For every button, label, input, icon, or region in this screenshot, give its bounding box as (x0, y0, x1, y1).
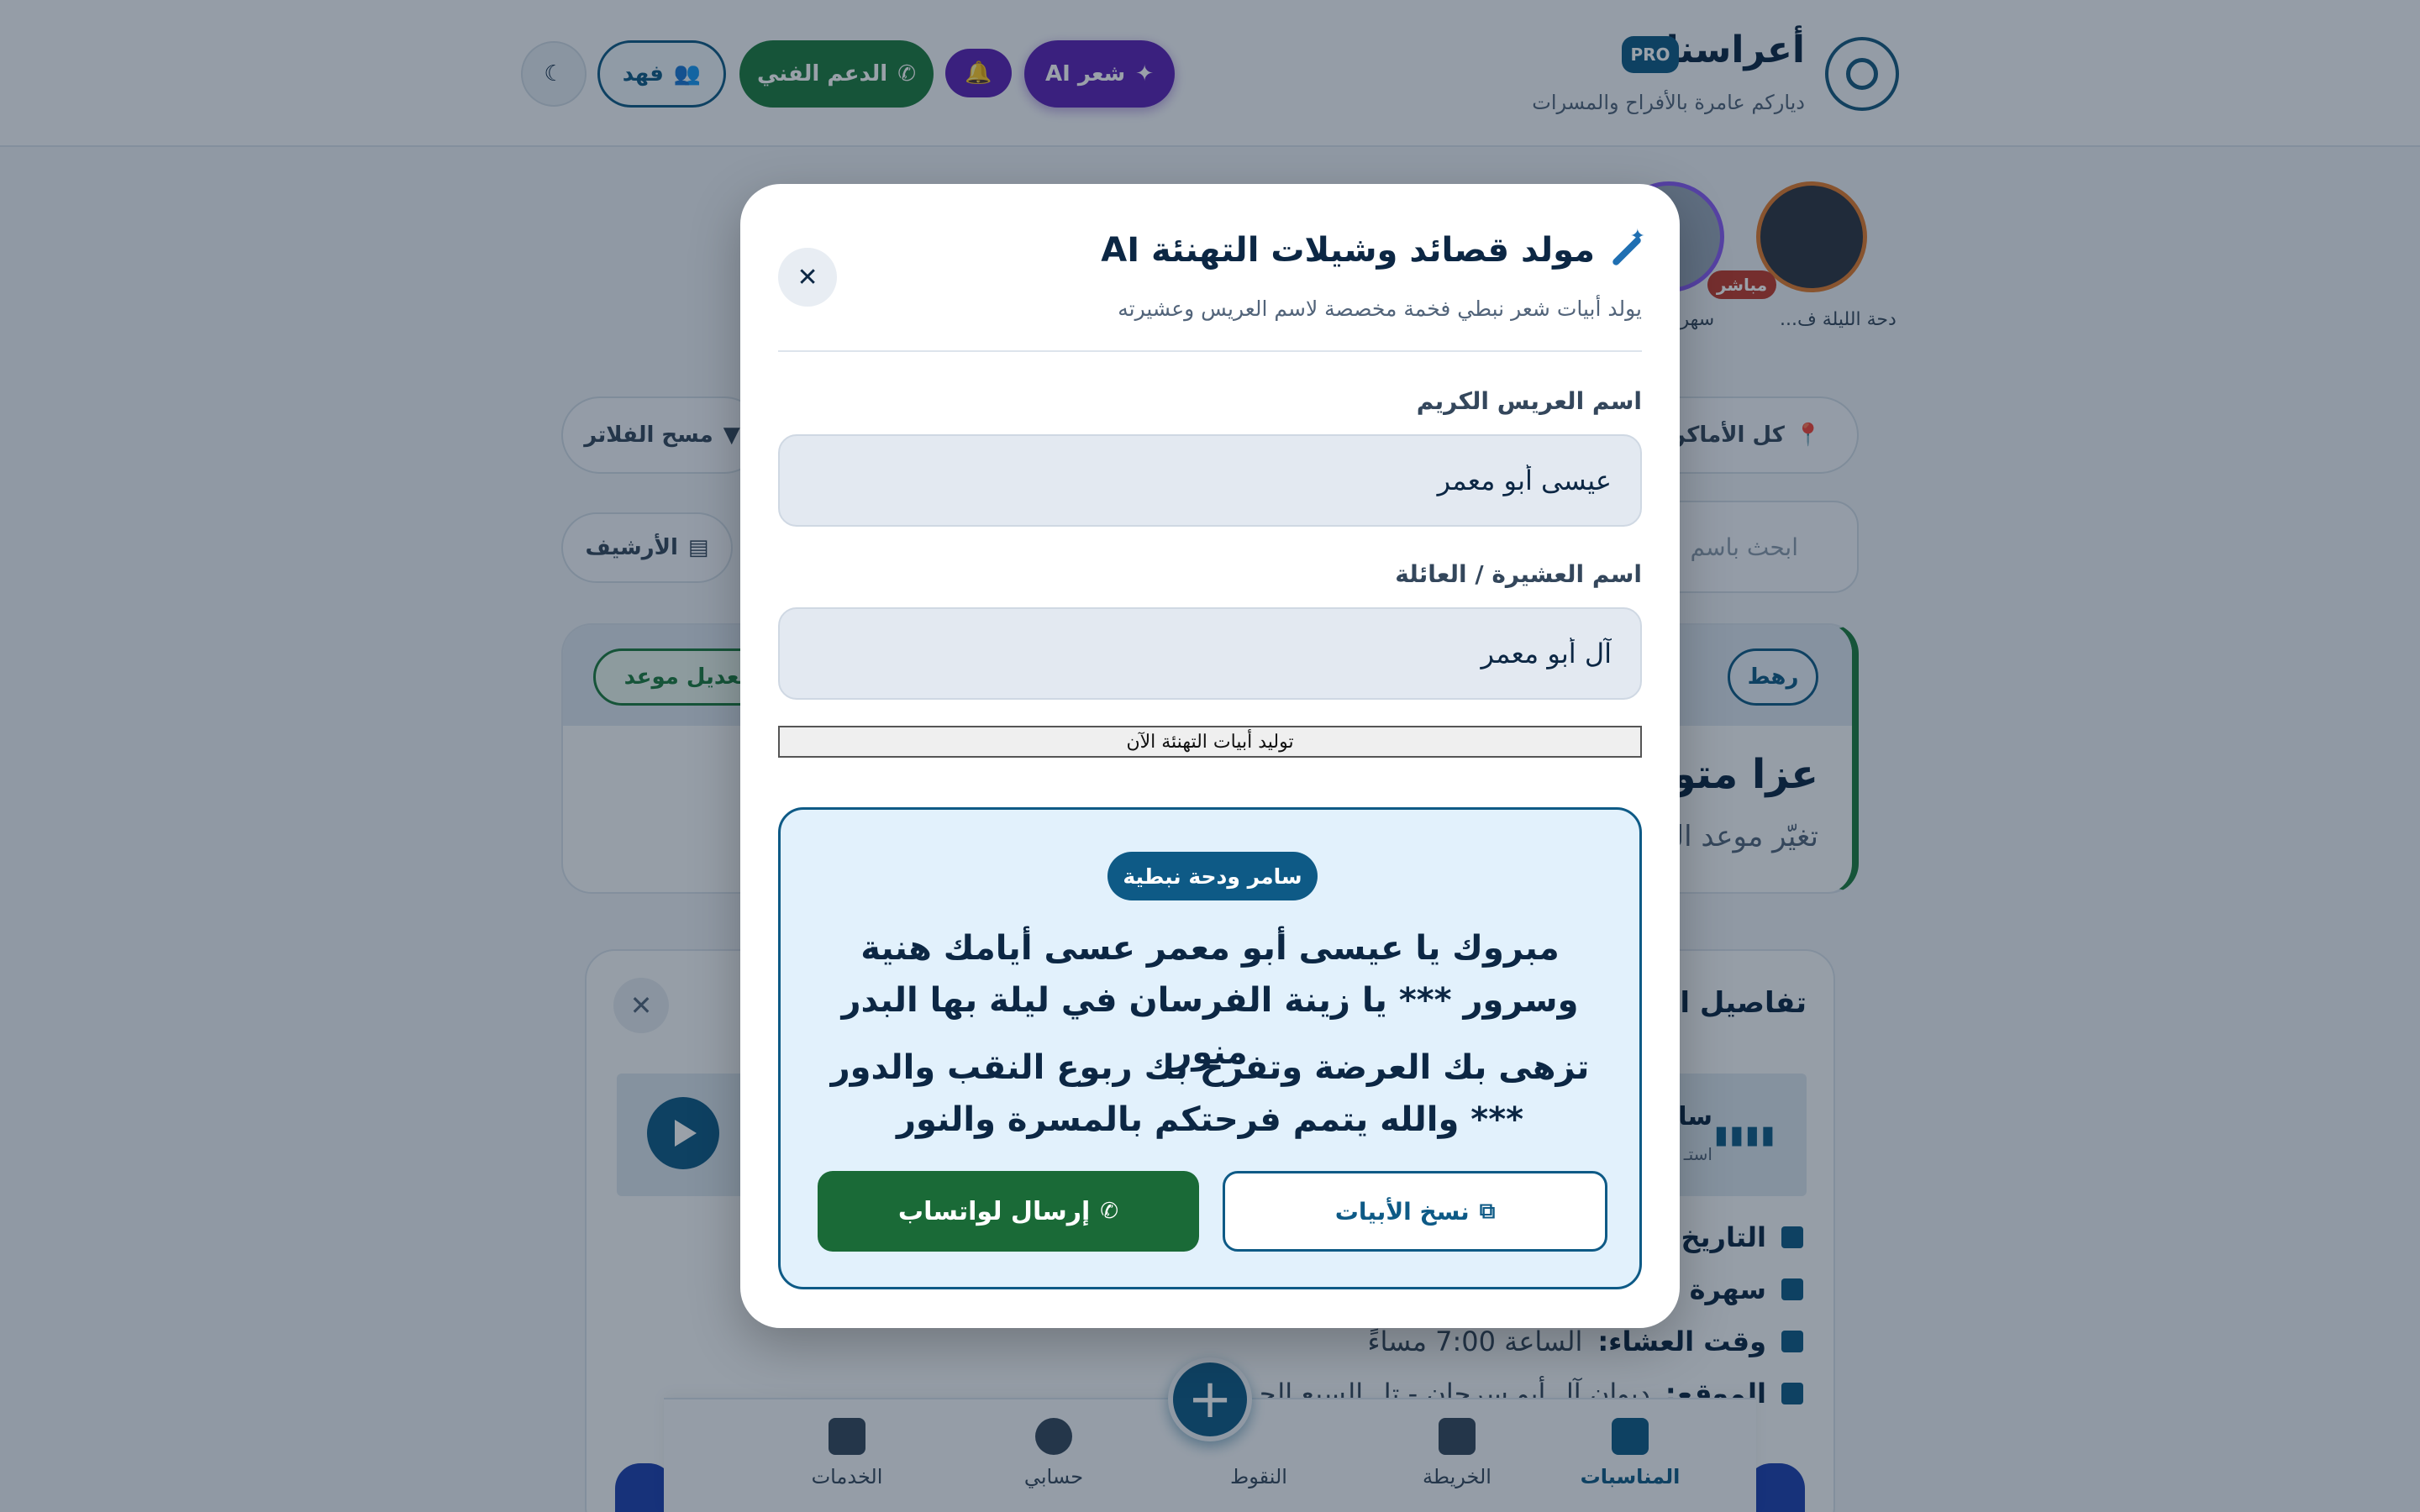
generated-poem-panel: سامر ودحة نبطية مبروك يا عيسى أبو معمر ع… (778, 807, 1642, 1289)
modal-close-button[interactable]: ✕ (778, 248, 837, 307)
magic-wand-icon (1607, 226, 1645, 268)
copy-icon: ⧉ (1479, 1198, 1496, 1224)
poem-verse: تزهى بك العرضة وتفرح بك ربوع النقب والدو… (830, 1048, 1590, 1139)
clan-name-input[interactable] (778, 607, 1642, 700)
groom-name-input[interactable] (778, 434, 1642, 527)
modal-title: مولد قصائد وشيلات التهنئة AI (1101, 226, 1645, 270)
ai-poem-generator-modal: ✕ مولد قصائد وشيلات التهنئة AI يولد أبيا… (740, 184, 1680, 1328)
whatsapp-icon: ✆ (1100, 1199, 1119, 1224)
copy-verses-button[interactable]: ⧉ نسخ الأبيات (1223, 1171, 1607, 1252)
send-whatsapp-button[interactable]: ✆ إرسال لواتساب (818, 1171, 1199, 1252)
divider (778, 350, 1642, 352)
modal-subtitle: يولد أبيات شعر نبطي فخمة مخصصة لاسم العر… (1118, 297, 1642, 321)
groom-name-label: اسم العريس الكريم (1416, 387, 1642, 415)
clan-name-label: اسم العشيرة / العائلة (1395, 560, 1642, 588)
generate-verses-button[interactable]: توليد أبيات التهنئة الآن (778, 726, 1642, 758)
poem-style-badge: سامر ودحة نبطية (1107, 852, 1318, 900)
